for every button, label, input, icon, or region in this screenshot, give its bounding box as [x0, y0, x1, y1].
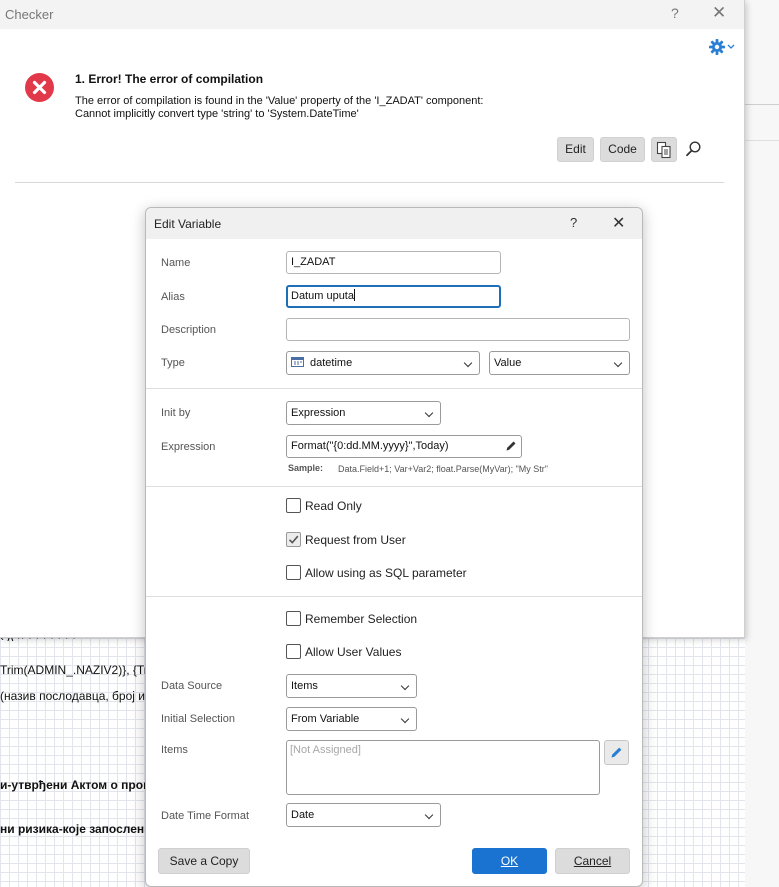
- type-kind-value: Value: [494, 357, 522, 369]
- description-label: Description: [161, 324, 217, 336]
- chevron-down-icon: [424, 810, 434, 820]
- code-button[interactable]: Code: [600, 137, 645, 162]
- type-kind-select[interactable]: Value: [489, 351, 630, 375]
- type-select[interactable]: datetime: [286, 351, 480, 375]
- sample-label: Sample:: [288, 463, 324, 473]
- background-right-panel: [745, 0, 779, 887]
- datetime-format-value: Date: [291, 809, 315, 821]
- copy-icon: [656, 141, 671, 159]
- pencil-icon[interactable]: [505, 440, 517, 455]
- items-value: [Not Assigned]: [290, 744, 361, 756]
- ok-button[interactable]: OK: [472, 848, 547, 874]
- chevron-down-icon: [463, 358, 473, 368]
- initial-selection-label: Initial Selection: [161, 713, 235, 725]
- error-message-line2: Cannot implicitly convert type 'string' …: [75, 108, 359, 120]
- description-field[interactable]: [286, 318, 630, 341]
- divider: [745, 104, 779, 105]
- alias-field[interactable]: Datum uputa: [286, 285, 501, 308]
- data-source-label: Data Source: [161, 680, 223, 692]
- items-edit-button[interactable]: [604, 740, 629, 765]
- copy-button[interactable]: [651, 137, 677, 162]
- initial-selection-value: From Variable: [291, 713, 360, 725]
- pencil-icon: [611, 747, 622, 758]
- divider: [745, 140, 779, 141]
- items-field[interactable]: [Not Assigned]: [286, 740, 600, 795]
- error-title: 1. Error! The error of compilation: [75, 72, 264, 86]
- remember-selection-checkbox[interactable]: [286, 611, 301, 626]
- expression-field[interactable]: Format("{0:dd.MM.yyyy}",Today): [286, 435, 522, 458]
- save-copy-button[interactable]: Save a Copy: [158, 848, 250, 874]
- background-text-line-4: ни ризика-које запослени: [0, 822, 152, 836]
- close-button[interactable]: ✕: [712, 3, 726, 23]
- dialog-title: Edit Variable: [154, 217, 222, 231]
- chevron-down-icon: [400, 714, 410, 724]
- chevron-down-icon: [613, 358, 623, 368]
- checkmark-icon: [288, 535, 299, 544]
- divider: [146, 596, 642, 597]
- divider: [15, 182, 724, 183]
- divider: [146, 388, 642, 389]
- allow-user-values-checkbox[interactable]: [286, 644, 301, 659]
- expression-value: Format("{0:dd.MM.yyyy}",Today): [291, 440, 449, 452]
- alias-value: Datum uputa: [291, 290, 354, 302]
- allow-sql-label: Allow using as SQL parameter: [305, 566, 467, 580]
- help-button[interactable]: ?: [671, 5, 679, 21]
- initby-label: Init by: [161, 407, 191, 419]
- allow-sql-checkbox[interactable]: [286, 565, 301, 580]
- initby-select[interactable]: Expression: [286, 401, 441, 425]
- close-button[interactable]: ✕: [612, 213, 625, 233]
- read-only-checkbox[interactable]: [286, 498, 301, 513]
- expression-label: Expression: [161, 441, 216, 453]
- initby-value: Expression: [291, 407, 346, 419]
- items-label: Items: [161, 744, 188, 756]
- sample-text: Data.Field+1; Var+Var2; float.Parse(MyVa…: [338, 464, 548, 474]
- chevron-down-icon: [400, 681, 410, 691]
- datetime-format-label: Date Time Format: [161, 810, 250, 822]
- dialog-titlebar: Edit Variable ? ✕: [146, 208, 642, 239]
- cancel-button[interactable]: Cancel: [555, 848, 630, 874]
- datetime-format-select[interactable]: Date: [286, 803, 441, 827]
- alias-label: Alias: [161, 291, 185, 303]
- allow-user-values-label: Allow User Values: [305, 645, 402, 659]
- data-source-select[interactable]: Items: [286, 674, 417, 698]
- background-text-line-2: (назив послодавца, број и: [0, 689, 145, 703]
- divider: [146, 486, 642, 487]
- error-icon: [25, 73, 54, 102]
- chevron-down-icon: [424, 408, 434, 418]
- help-button[interactable]: ?: [570, 215, 577, 230]
- edit-variable-dialog: Edit Variable ? ✕ Name I_ZADAT Alias Dat…: [145, 207, 643, 887]
- type-label: Type: [161, 357, 185, 369]
- text-caret: [353, 289, 355, 301]
- edit-button[interactable]: Edit: [557, 137, 594, 162]
- background-text-line-1: Trim(ADMIN_.NAZIV2)}, {Tri: [0, 663, 151, 677]
- name-field[interactable]: I_ZADAT: [286, 251, 501, 274]
- error-message-line1: The error of compilation is found in the…: [75, 95, 484, 107]
- gear-icon[interactable]: [708, 38, 736, 59]
- name-label: Name: [161, 257, 191, 269]
- initial-selection-select[interactable]: From Variable: [286, 707, 417, 731]
- request-from-user-checkbox[interactable]: [286, 532, 301, 547]
- type-value: datetime: [310, 357, 353, 369]
- background-text-line-3: и-утврђени Актом о проц: [0, 778, 151, 792]
- datetime-icon: [291, 357, 304, 367]
- data-source-value: Items: [291, 680, 318, 692]
- request-from-user-label: Request from User: [305, 533, 406, 547]
- checker-title: Checker: [5, 7, 54, 22]
- search-icon[interactable]: [685, 140, 703, 161]
- remember-selection-label: Remember Selection: [305, 612, 418, 626]
- read-only-label: Read Only: [305, 499, 362, 513]
- checker-titlebar: Checker ? ✕: [0, 0, 744, 29]
